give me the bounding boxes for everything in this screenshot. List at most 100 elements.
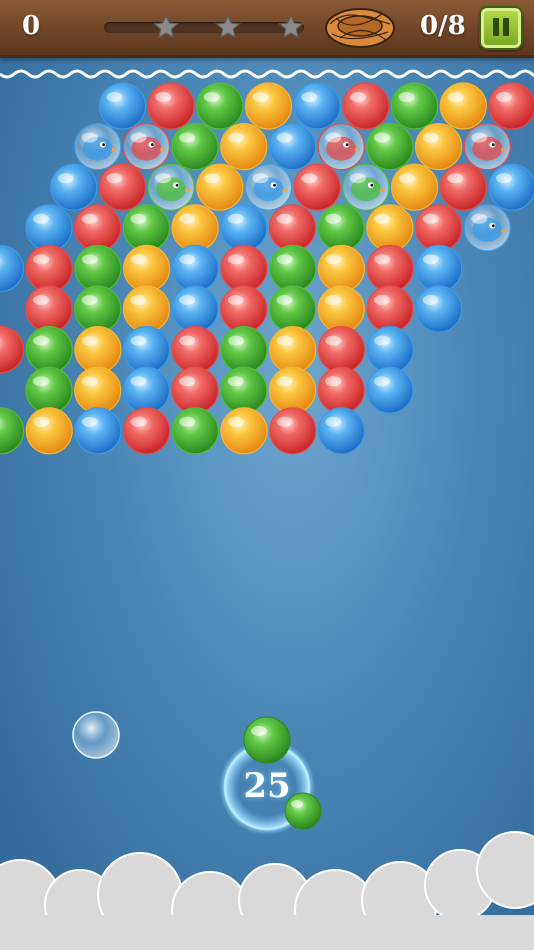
red-bubble (415, 204, 463, 252)
yellow-bubble (317, 285, 365, 333)
yellow-bubble (415, 123, 463, 171)
blue-bird-icon (472, 217, 503, 242)
red-bubble (74, 204, 122, 252)
pause-icon-bar (503, 18, 509, 36)
ceiling-wave (0, 69, 534, 79)
green-bubble (25, 326, 73, 374)
red-bubble (317, 366, 365, 414)
blue-bubble (0, 244, 25, 292)
blue-bubble (366, 326, 414, 374)
blue-bubble (25, 204, 73, 252)
blue-bubble (74, 407, 122, 455)
green-bubble (25, 366, 73, 414)
red-bubble (269, 407, 317, 455)
blue-bubble (171, 244, 219, 292)
top-hud-bar: 0 0/8 (0, 0, 534, 58)
green-bubble (122, 204, 170, 252)
blue-bird-bubble (463, 204, 511, 252)
blue-bubble (171, 285, 219, 333)
star-progress-bar (104, 22, 304, 33)
blue-bubble (415, 244, 463, 292)
green-bubble (220, 326, 268, 374)
red-bubble (220, 285, 268, 333)
red-bubble (439, 163, 487, 211)
green-bubble (317, 204, 365, 252)
birds-saved-counter: 0/8 (420, 11, 466, 41)
red-bubble (0, 326, 25, 374)
yellow-bubble (196, 163, 244, 211)
blue-bubble (98, 82, 147, 130)
blue-bubble (220, 204, 268, 252)
red-bubble (25, 244, 73, 292)
star-icon-2 (214, 13, 242, 39)
bubble-board (0, 82, 534, 835)
yellow-bubble (74, 366, 122, 414)
blue-bird-icon (82, 136, 113, 161)
blue-bubble (415, 285, 463, 333)
yellow-bubble (269, 326, 317, 374)
score-value: 0 (22, 11, 41, 41)
red-bubble (268, 204, 317, 252)
blue-bubble (122, 366, 170, 414)
green-bubble (171, 407, 219, 455)
red-bird-icon (472, 136, 503, 161)
green-bubble (269, 244, 317, 292)
shots-remaining: 25 (243, 766, 291, 806)
red-bubble (366, 285, 414, 333)
yellow-bubble (391, 163, 439, 211)
cloud-floor (0, 831, 534, 950)
blue-bird-bubble (244, 163, 293, 211)
yellow-bubble (25, 407, 73, 455)
star-icon-1 (152, 13, 180, 39)
red-bubble (488, 82, 534, 130)
red-bubble (317, 326, 365, 374)
yellow-bubble (439, 82, 487, 130)
red-bubble (366, 244, 414, 292)
green-bubble (171, 123, 219, 171)
yellow-bubble (244, 82, 293, 130)
blue-bubble (317, 407, 365, 455)
green-bird-icon (350, 177, 381, 202)
green-bubble (196, 82, 244, 130)
blue-bubble (293, 82, 341, 130)
blue-bubble (50, 163, 98, 211)
yellow-bubble (366, 204, 414, 252)
green-bubble (74, 285, 122, 333)
green-bubble (220, 366, 268, 414)
yellow-bubble (123, 244, 171, 292)
red-bubble (171, 326, 219, 374)
green-bubble (391, 82, 439, 130)
green-bubble (268, 285, 317, 333)
nest-icon (325, 8, 395, 48)
red-bubble (342, 82, 390, 130)
star-icon-3 (277, 13, 305, 39)
blue-bird-icon (253, 177, 284, 202)
red-bird-icon (326, 136, 357, 161)
red-bubble (220, 244, 268, 292)
blue-bird-bubble (74, 123, 122, 171)
red-bubble (293, 163, 341, 211)
red-bird-icon (131, 136, 162, 161)
yellow-bubble (317, 244, 365, 292)
blue-bubble (268, 123, 317, 171)
green-bubble (0, 407, 25, 455)
current-bubble (243, 716, 291, 764)
yellow-bubble (171, 204, 219, 252)
pause-button[interactable] (479, 6, 523, 50)
yellow-bubble (122, 285, 170, 333)
red-bubble (25, 285, 73, 333)
pause-icon (493, 18, 499, 36)
red-bubble (171, 366, 219, 414)
yellow-bubble (220, 123, 268, 171)
red-bird-bubble (122, 123, 170, 171)
red-bubble (147, 82, 195, 130)
red-bubble (98, 163, 147, 211)
blue-bubble (366, 366, 414, 414)
green-bird-bubble (342, 163, 390, 211)
powerup-clear-bubble[interactable] (72, 711, 120, 759)
red-bird-bubble (317, 123, 365, 171)
green-bubble (366, 123, 414, 171)
green-bird-icon (156, 177, 187, 202)
yellow-bubble (268, 366, 317, 414)
yellow-bubble (220, 407, 268, 455)
